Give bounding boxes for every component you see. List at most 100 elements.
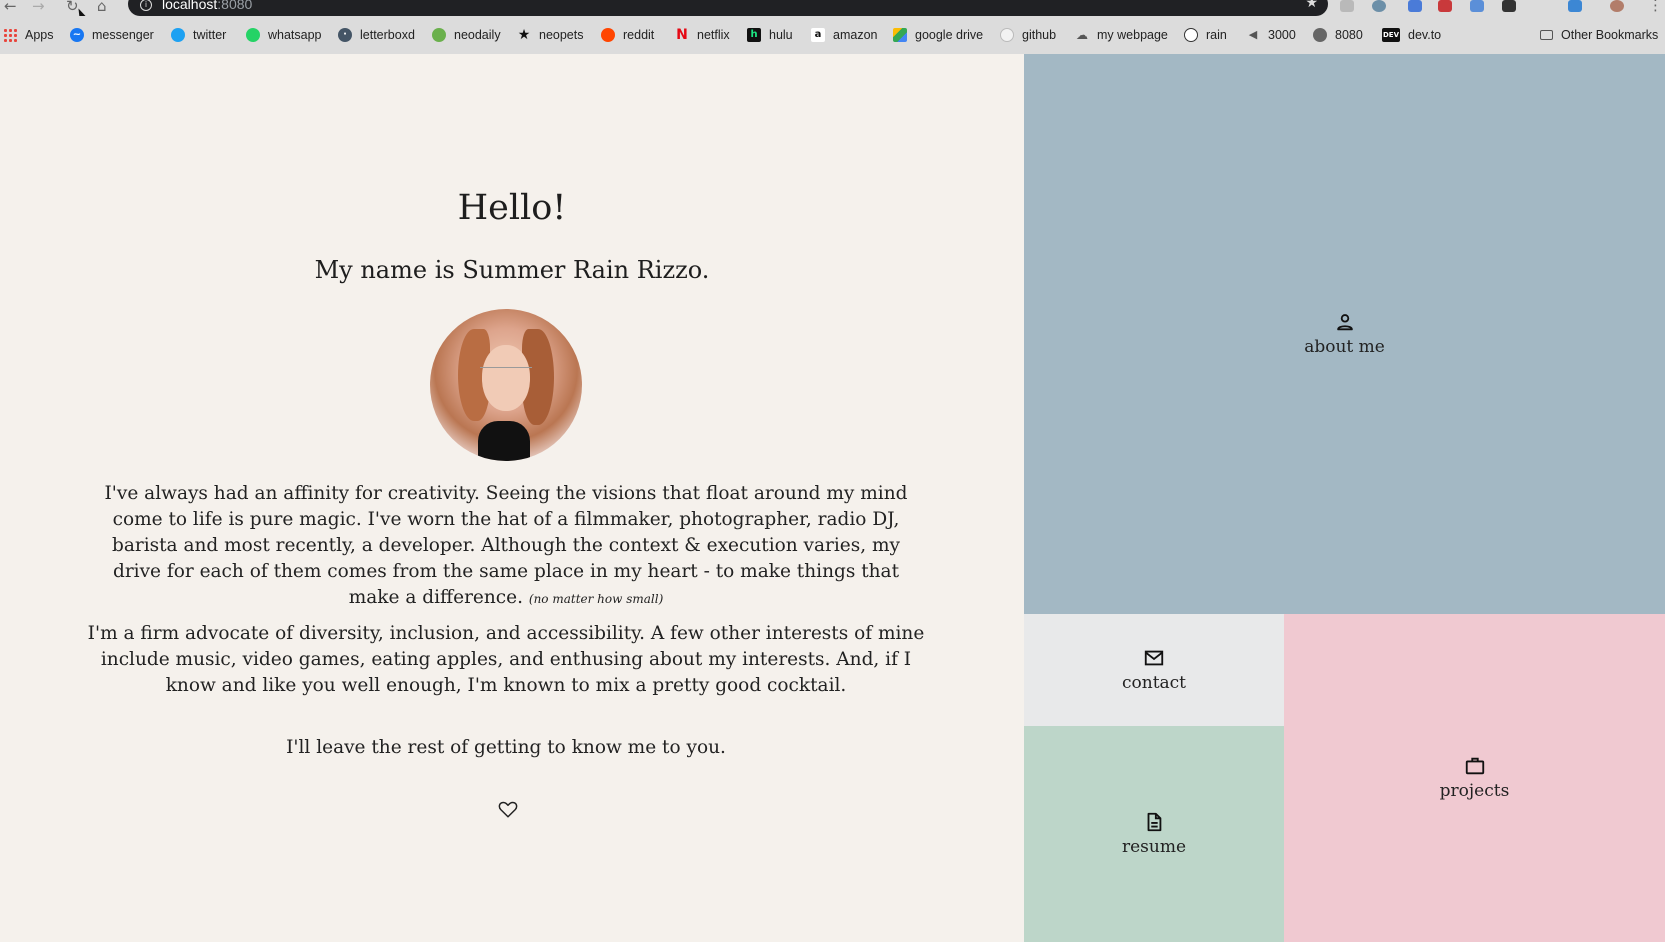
- bookmark-my-webpage[interactable]: ☁ my webpage: [1075, 27, 1168, 43]
- bookmark-whatsapp[interactable]: whatsapp: [246, 27, 322, 43]
- profile-avatar[interactable]: [1610, 0, 1624, 12]
- speaker-icon: ◀: [1248, 28, 1258, 41]
- address-url: localhost:8080: [162, 0, 252, 12]
- extension-icon[interactable]: [1408, 0, 1422, 12]
- neodaily-icon: [432, 28, 446, 42]
- about-me-label: about me: [1304, 337, 1385, 357]
- resume-tile[interactable]: resume: [1024, 726, 1284, 942]
- resume-label: resume: [1121, 837, 1187, 857]
- bookmark-label: amazon: [833, 28, 878, 42]
- bookmark-star-icon[interactable]: ★: [1305, 0, 1318, 11]
- bookmark-label: letterboxd: [360, 28, 415, 42]
- photo-glasses: [480, 367, 532, 384]
- bookmark-8080[interactable]: 8080: [1313, 27, 1363, 43]
- briefcase-icon: [1465, 757, 1484, 775]
- bookmark-reddit[interactable]: reddit: [601, 27, 654, 43]
- bookmarks-bar: Apps ~ messenger twitter whatsapp · letter…: [0, 16, 1665, 55]
- home-icon[interactable]: ⌂: [97, 0, 107, 15]
- bookmark-neopets[interactable]: ★ neopets: [517, 27, 584, 43]
- about-me-tile[interactable]: about me: [1024, 54, 1665, 614]
- person-icon: [1336, 314, 1353, 331]
- interests-paragraph: I'm a firm advocate of diversity, inclus…: [87, 623, 925, 696]
- envelope-icon: [1144, 650, 1164, 666]
- bookmark-label: neodaily: [454, 28, 501, 42]
- bookmark-label: rain: [1206, 28, 1227, 42]
- paragraph-aside: (no matter how small): [528, 592, 664, 606]
- intro-panel: Hello! My name is Summer Rain Rizzo. I'v…: [0, 54, 1024, 942]
- address-bar[interactable]: i localhost:8080 ★: [128, 0, 1328, 16]
- extension-icon[interactable]: [1438, 0, 1452, 12]
- bookmark-label: hulu: [769, 28, 793, 42]
- projects-label: projects: [1439, 781, 1510, 801]
- neopets-star-icon: ★: [517, 27, 531, 43]
- dev-to-icon: DEV: [1382, 28, 1400, 42]
- site-info-icon[interactable]: i: [140, 0, 152, 11]
- whatsapp-icon: [246, 28, 260, 42]
- bookmark-github[interactable]: github: [1000, 27, 1056, 43]
- contact-tile[interactable]: contact: [1024, 614, 1284, 726]
- bookmark-label: netflix: [697, 28, 730, 42]
- bookmark-hulu[interactable]: h hulu: [747, 27, 793, 43]
- bookmark-label: 3000: [1268, 28, 1296, 42]
- url-host: localhost: [162, 0, 218, 12]
- amazon-icon: a: [811, 28, 825, 42]
- heart-icon[interactable]: [497, 798, 519, 820]
- browser-toolbar: ← → ↻ ⌂ i localhost:8080 ★ ⋮: [0, 0, 1665, 16]
- projects-tile[interactable]: projects: [1284, 614, 1665, 942]
- back-arrow-icon[interactable]: ←: [4, 0, 17, 15]
- bookmark-3000[interactable]: ◀ 3000: [1246, 27, 1296, 43]
- contact-label: contact: [1121, 673, 1187, 693]
- bookmark-rain[interactable]: rain: [1184, 27, 1227, 43]
- bookmark-label: whatsapp: [268, 28, 322, 42]
- extension-icon[interactable]: [1340, 0, 1354, 12]
- bookmark-label: google drive: [915, 28, 984, 42]
- globe-icon: [1313, 28, 1327, 42]
- letterboxd-icon: ·: [338, 28, 352, 42]
- document-icon: [1147, 812, 1162, 832]
- google-drive-icon: [893, 28, 907, 42]
- cloud-rain-icon: ☁: [1076, 28, 1088, 42]
- bookmark-dev-to[interactable]: DEV dev.to: [1382, 27, 1441, 43]
- reddit-icon: [601, 28, 615, 42]
- url-port: :8080: [217, 0, 253, 12]
- github-icon: [1000, 28, 1014, 42]
- bookmark-label: Other Bookmarks: [1561, 28, 1659, 42]
- profile-photo: [430, 309, 582, 461]
- bookmark-google-drive[interactable]: google drive: [893, 27, 983, 43]
- extension-icon[interactable]: [1568, 0, 1582, 12]
- greeting-heading: Hello!: [457, 188, 567, 228]
- bookmark-label: dev.to: [1408, 28, 1442, 42]
- bookmark-label: my webpage: [1097, 28, 1168, 42]
- bookmark-label: twitter: [193, 28, 227, 42]
- bookmark-label: messenger: [92, 28, 154, 42]
- bookmark-label: Apps: [25, 28, 54, 42]
- bookmark-label: 8080: [1335, 28, 1363, 42]
- bookmark-label: neopets: [539, 28, 584, 42]
- bookmark-neodaily[interactable]: neodaily: [432, 27, 501, 43]
- extension-icon[interactable]: [1372, 0, 1386, 12]
- hulu-icon: h: [747, 28, 761, 42]
- paragraph-text: I've always had an affinity for creativi…: [104, 483, 908, 608]
- intro-paragraph: I've always had an affinity for creativi…: [86, 481, 926, 612]
- twitter-icon: [171, 28, 185, 42]
- name-heading: My name is Summer Rain Rizzo.: [314, 256, 710, 284]
- bookmark-label: reddit: [623, 28, 655, 42]
- folder-icon: [1540, 30, 1553, 40]
- bookmark-apps[interactable]: Apps: [3, 27, 54, 43]
- forward-arrow-icon[interactable]: →: [32, 0, 45, 15]
- closing-paragraph: I'll leave the rest of getting to know m…: [286, 737, 726, 758]
- apps-grid-icon: [3, 28, 17, 42]
- bookmark-other-bookmarks[interactable]: Other Bookmarks: [1540, 27, 1658, 43]
- bookmark-twitter[interactable]: twitter: [171, 27, 226, 43]
- extension-icon[interactable]: [1502, 0, 1516, 12]
- menu-dots-icon[interactable]: ⋮: [1648, 0, 1663, 14]
- bookmark-messenger[interactable]: ~ messenger: [70, 27, 154, 43]
- bookmark-label: github: [1022, 28, 1057, 42]
- netflix-icon: N: [676, 27, 688, 43]
- bookmark-netflix[interactable]: Nnetflix: [675, 27, 730, 43]
- bookmark-amazon[interactable]: a amazon: [811, 27, 877, 43]
- bookmark-letterboxd[interactable]: · letterboxd: [338, 27, 415, 43]
- rain-drop-icon: [1184, 28, 1198, 42]
- extension-icon[interactable]: [1470, 0, 1484, 12]
- photo-turtleneck: [478, 421, 530, 461]
